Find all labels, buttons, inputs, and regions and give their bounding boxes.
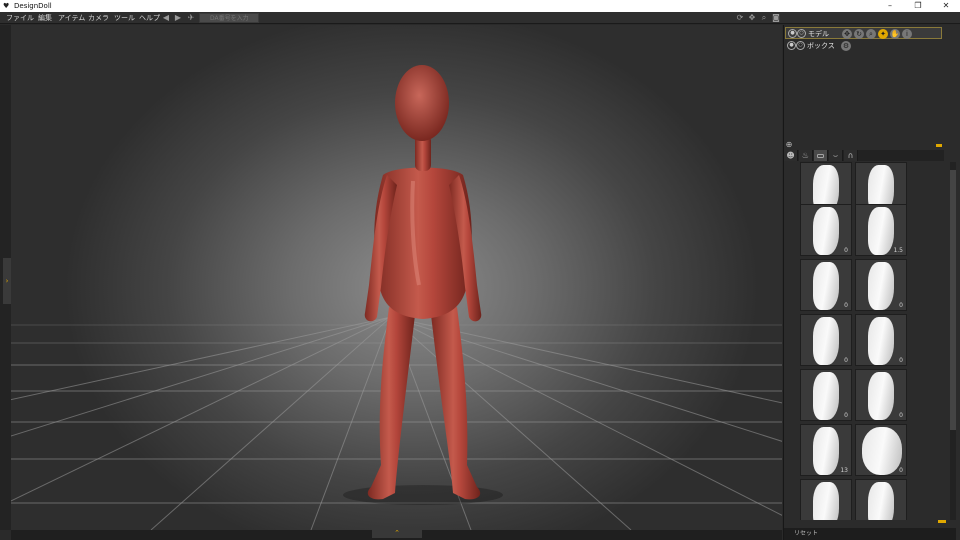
chevron-right-icon[interactable]: › bbox=[3, 258, 11, 304]
chevron-up-icon[interactable]: ⌃ bbox=[372, 528, 422, 538]
rotate-tool-icon[interactable]: ↻ bbox=[854, 29, 864, 39]
zoom-view-icon[interactable]: ⌕ bbox=[759, 13, 769, 23]
lock-icon[interactable]: ○ bbox=[797, 29, 806, 38]
shape-thumbnail[interactable]: 0 bbox=[800, 314, 852, 366]
lock-icon[interactable]: ○ bbox=[796, 41, 805, 50]
add-layer-icon[interactable]: ⊕ bbox=[784, 140, 794, 150]
rotate-view-icon[interactable]: ⟳ bbox=[735, 13, 745, 23]
visibility-icon[interactable]: ● bbox=[787, 41, 796, 50]
status-bar: リセット bbox=[784, 528, 956, 540]
app-window: ♥ DesignDoll – ❐ ✕ ファイル 編集 アイテム カメラ ツール … bbox=[0, 0, 960, 540]
doll-figure[interactable] bbox=[364, 65, 482, 500]
layer-slider-handle[interactable] bbox=[936, 144, 942, 147]
menu-camera[interactable]: カメラ bbox=[88, 12, 109, 24]
slider-handle[interactable] bbox=[938, 520, 946, 523]
screenshot-camera-icon[interactable]: ◙ bbox=[771, 13, 781, 23]
menu-tools[interactable]: ツール bbox=[114, 12, 135, 24]
menu-file[interactable]: ファイル bbox=[6, 12, 34, 24]
viewport-scene bbox=[11, 65, 782, 530]
menu-bar: ファイル 編集 アイテム カメラ ツール ヘルプ ◀ ▶ ✈ ⟳ ✥ ⌕ ◙ bbox=[0, 12, 960, 24]
shape-thumbnail[interactable]: 0 bbox=[855, 314, 907, 366]
body-part-tabs: ☻ ♨ ▭ ⌣ ∩ bbox=[784, 150, 944, 161]
menu-item[interactable]: アイテム bbox=[58, 12, 85, 24]
shape-thumbnail[interactable]: 0 bbox=[855, 369, 907, 421]
shape-thumbnail[interactable] bbox=[855, 479, 907, 520]
tab-leg-icon[interactable]: ∩ bbox=[844, 150, 858, 161]
shape-thumbnail[interactable] bbox=[800, 479, 852, 520]
menu-help[interactable]: ヘルプ bbox=[139, 12, 160, 24]
layer-row-box[interactable]: ● ○ ボックス ⚙ bbox=[785, 40, 942, 52]
tab-chest-icon[interactable]: ♨ bbox=[799, 150, 813, 161]
shape-thumbnail[interactable]: 0 bbox=[800, 204, 852, 256]
window-title: DesignDoll bbox=[14, 2, 52, 10]
shape-thumbnail-grid: 0 0 0 1.5 0 0 0 0 0 0 13 0 bbox=[784, 162, 944, 520]
hand-tool-icon[interactable]: ✋ bbox=[890, 29, 900, 39]
close-button[interactable]: ✕ bbox=[932, 0, 960, 12]
tab-torso-icon[interactable]: ▭ bbox=[814, 150, 828, 161]
minimize-button[interactable]: – bbox=[876, 0, 904, 12]
menu-edit[interactable]: 編集 bbox=[38, 12, 52, 24]
title-bar: ♥ DesignDoll – ❐ ✕ bbox=[0, 0, 960, 12]
move-tool-icon[interactable]: ✥ bbox=[842, 29, 852, 39]
box-settings-icon[interactable]: ⚙ bbox=[841, 41, 851, 51]
visibility-icon[interactable]: ● bbox=[788, 29, 797, 38]
pose-tool-icon[interactable]: ✦ bbox=[878, 29, 888, 39]
layer-row-model[interactable]: ● ○ モデル ✥ ↻ ⌕ ✦ ✋ i bbox=[785, 27, 942, 39]
tab-head-icon[interactable]: ☻ bbox=[784, 150, 798, 161]
layer-label-box: ボックス bbox=[807, 42, 835, 50]
shape-thumbnail[interactable]: 0 bbox=[855, 424, 907, 476]
shape-thumbnail[interactable]: 0 bbox=[855, 259, 907, 311]
layer-label-model: モデル bbox=[808, 30, 829, 38]
da-number-input[interactable] bbox=[199, 13, 259, 23]
status-text[interactable]: リセット bbox=[794, 530, 818, 537]
shape-thumbnail[interactable]: 0 bbox=[800, 259, 852, 311]
info-tool-icon[interactable]: i bbox=[902, 29, 912, 39]
shape-thumbnail[interactable]: 0 bbox=[800, 369, 852, 421]
camera-reset-icon[interactable]: ✈ bbox=[186, 13, 196, 23]
3d-viewport[interactable] bbox=[11, 25, 782, 530]
thumbnail-scrollbar-thumb[interactable] bbox=[950, 170, 956, 430]
shape-thumbnail[interactable]: 13 bbox=[800, 424, 852, 476]
redo-icon[interactable]: ▶ bbox=[173, 13, 183, 23]
doll-icon: ♥ bbox=[3, 2, 10, 10]
shape-thumbnail[interactable]: 1.5 bbox=[855, 204, 907, 256]
tab-hip-icon[interactable]: ⌣ bbox=[829, 150, 843, 161]
search-tool-icon[interactable]: ⌕ bbox=[866, 29, 876, 39]
pan-view-icon[interactable]: ✥ bbox=[747, 13, 757, 23]
maximize-button[interactable]: ❐ bbox=[904, 0, 932, 12]
undo-icon[interactable]: ◀ bbox=[161, 13, 171, 23]
shape-strength-slider[interactable] bbox=[784, 520, 956, 528]
